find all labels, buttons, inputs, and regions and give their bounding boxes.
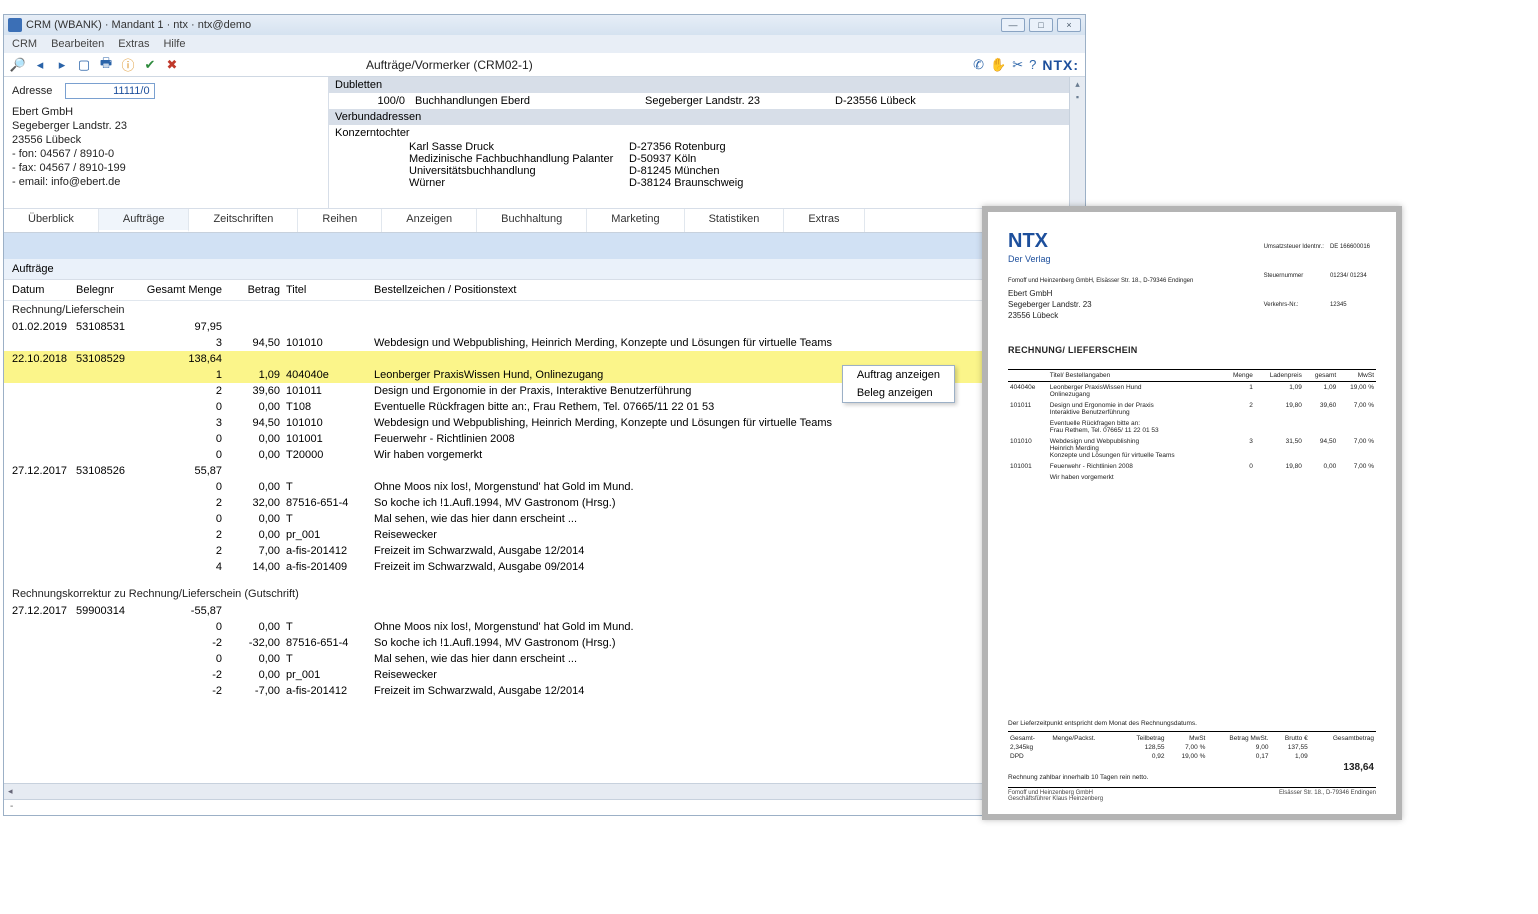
tab-aufträge[interactable]: Aufträge: [99, 209, 190, 232]
filter-bar[interactable]: [4, 233, 1085, 259]
tab-überblick[interactable]: Überblick: [4, 209, 99, 232]
order-line[interactable]: 00,00TMal sehen, wie das hier dann ersch…: [4, 651, 1085, 667]
order-line[interactable]: 00,00TOhne Moos nix los!, Morgenstund' h…: [4, 619, 1085, 635]
column-headers: Datum Belegnr Gesamt Menge Betrag Titel …: [4, 280, 1085, 301]
address-panel: Adresse Ebert GmbH Segeberger Landstr. 2…: [4, 77, 329, 208]
context-menu[interactable]: Auftrag anzeigenBeleg anzeigen: [842, 365, 955, 403]
addr-line: Ebert GmbH: [12, 105, 320, 119]
order-header[interactable]: 27.12.201759900314-55,87: [4, 603, 1085, 619]
tab-reihen[interactable]: Reihen: [298, 209, 382, 232]
menu-hilfe[interactable]: Hilfe: [163, 38, 185, 50]
order-line[interactable]: 414,00a-fis-201409Freizeit im Schwarzwal…: [4, 559, 1085, 575]
toolbar: 🔎 ◂ ▸ ▢ 🖶 ⓘ ✔ ✖ Aufträge/Vormerker (CRM0…: [4, 53, 1085, 77]
minimize-button[interactable]: —: [1001, 18, 1025, 32]
close-button[interactable]: ×: [1057, 18, 1081, 32]
binoculars-icon[interactable]: 🔎: [10, 57, 26, 73]
dublette-row[interactable]: 100/0 Buchhandlungen Eberd Segeberger La…: [329, 93, 1085, 109]
orders-grid[interactable]: Rechnung/Lieferschein01.02.2019531085319…: [4, 301, 1085, 783]
maximize-button[interactable]: □: [1029, 18, 1053, 32]
invoice-title: RECHNUNG/ LIEFERSCHEIN: [1008, 345, 1376, 355]
menu-crm[interactable]: CRM: [12, 38, 37, 50]
cancel-icon[interactable]: ✖: [164, 57, 180, 73]
order-line[interactable]: 27,00a-fis-201412Freizeit im Schwarzwald…: [4, 543, 1085, 559]
addr-line: Segeberger Landstr. 23: [12, 119, 320, 133]
ctx-auftrag[interactable]: Auftrag anzeigen: [843, 366, 954, 384]
order-line[interactable]: 00,00101001Feuerwehr - Richtlinien 2008: [4, 431, 1085, 447]
scrollbar[interactable]: ▴▪: [1069, 77, 1085, 208]
tab-statistiken[interactable]: Statistiken: [685, 209, 785, 232]
menubar[interactable]: CRM Bearbeiten Extras Hilfe: [4, 35, 1085, 53]
order-header[interactable]: 01.02.20195310853197,95: [4, 319, 1085, 335]
addr-line: - email: info@ebert.de: [12, 175, 320, 189]
group-heading: Rechnung/Lieferschein: [4, 301, 1085, 319]
addr-line: - fax: 04567 / 8910-199: [12, 161, 320, 175]
order-line[interactable]: 394,50101010Webdesign und Webpublishing,…: [4, 415, 1085, 431]
order-line[interactable]: 00,00T20000Wir haben vorgemerkt: [4, 447, 1085, 463]
order-line[interactable]: -2-7,00a-fis-201412Freizeit im Schwarzwa…: [4, 683, 1085, 699]
order-line[interactable]: 394,50101010Webdesign und Webpublishing,…: [4, 335, 1085, 351]
order-line[interactable]: -20,00pr_001Reisewecker: [4, 667, 1085, 683]
order-line[interactable]: 232,0087516-651-4So koche ich !1.Aufl.19…: [4, 495, 1085, 511]
menu-bearbeiten[interactable]: Bearbeiten: [51, 38, 104, 50]
brand-logo: NTX:: [1042, 57, 1079, 73]
konzern-row[interactable]: WürnerD-38124 Braunschweig: [329, 177, 1085, 189]
konzern-row[interactable]: Karl Sasse DruckD-27356 Rotenburg: [329, 141, 1085, 153]
konzern-row[interactable]: UniversitätsbuchhandlungD-81245 München: [329, 165, 1085, 177]
forward-icon[interactable]: ▸: [54, 57, 70, 73]
phone-icon[interactable]: ✆: [973, 57, 984, 73]
tabs: ÜberblickAufträgeZeitschriftenReihenAnze…: [4, 209, 1085, 233]
addr-line: - fon: 04567 / 8910-0: [12, 147, 320, 161]
dubletten-header: Dubletten: [329, 77, 1085, 93]
related-panel: Dubletten 100/0 Buchhandlungen Eberd Seg…: [329, 77, 1085, 208]
order-line[interactable]: 20,00pr_001Reisewecker: [4, 527, 1085, 543]
invoice-sender: Fomoff und Heinzenberg GmbH, Elsässer St…: [1008, 278, 1193, 284]
tab-extras[interactable]: Extras: [784, 209, 864, 232]
app-icon: [8, 18, 22, 32]
orders-heading: Aufträge: [4, 259, 1085, 280]
address-input[interactable]: [65, 83, 155, 99]
order-line[interactable]: 00,00TOhne Moos nix los!, Morgenstund' h…: [4, 479, 1085, 495]
address-label: Adresse: [12, 85, 52, 97]
titlebar[interactable]: CRM (WBANK) · Mandant 1 · ntx · ntx@demo…: [4, 15, 1085, 35]
back-icon[interactable]: ◂: [32, 57, 48, 73]
invoice-footer: Der Lieferzeitpunkt entspricht dem Monat…: [1008, 720, 1376, 802]
tab-zeitschriften[interactable]: Zeitschriften: [189, 209, 298, 232]
tab-buchhaltung[interactable]: Buchhaltung: [477, 209, 587, 232]
tools-icon[interactable]: ✂: [1012, 57, 1023, 73]
order-line[interactable]: 11,09404040eLeonberger PraxisWissen Hund…: [4, 367, 1085, 383]
menu-extras[interactable]: Extras: [118, 38, 149, 50]
ctx-beleg[interactable]: Beleg anzeigen: [843, 384, 954, 402]
crm-window: CRM (WBANK) · Mandant 1 · ntx · ntx@demo…: [3, 14, 1086, 816]
invoice-preview: NTXDer Verlag Fomoff und Heinzenberg Gmb…: [982, 206, 1402, 820]
confirm-icon[interactable]: ✔: [142, 57, 158, 73]
tab-marketing[interactable]: Marketing: [587, 209, 684, 232]
view-title: Aufträge/Vormerker (CRM02-1): [366, 58, 533, 72]
konzern-row[interactable]: Medizinische Fachbuchhandlung PalanterD-…: [329, 153, 1085, 165]
hand-icon[interactable]: ✋: [990, 57, 1006, 73]
h-scrollbar[interactable]: ◂▸: [4, 783, 1085, 799]
invoice-table: Titel/ Bestellangaben MengeLadenpreis ge…: [1008, 369, 1376, 483]
konzern-header: Konzerntochter: [329, 125, 1085, 141]
invoice-meta: Umsatzsteuer Identnr.:DE 166600016 Steue…: [1262, 232, 1376, 321]
window-title: CRM (WBANK) · Mandant 1 · ntx · ntx@demo: [26, 19, 251, 31]
order-line[interactable]: -2-32,0087516-651-4So koche ich !1.Aufl.…: [4, 635, 1085, 651]
tab-anzeigen[interactable]: Anzeigen: [382, 209, 477, 232]
order-line[interactable]: 00,00TMal sehen, wie das hier dann ersch…: [4, 511, 1085, 527]
addr-line: 23556 Lübeck: [12, 133, 320, 147]
info-icon[interactable]: ⓘ: [120, 57, 136, 73]
verbund-header: Verbundadressen: [329, 109, 1085, 125]
help-icon[interactable]: ?: [1029, 57, 1036, 72]
status-bar: -: [4, 799, 1085, 815]
new-icon[interactable]: ▢: [76, 57, 92, 73]
group-heading: Rechnungskorrektur zu Rechnung/Liefersch…: [4, 585, 1085, 603]
print-icon[interactable]: 🖶: [98, 57, 114, 73]
invoice-logo: NTXDer Verlag: [1008, 232, 1193, 268]
order-header[interactable]: 27.12.20175310852655,87: [4, 463, 1085, 479]
